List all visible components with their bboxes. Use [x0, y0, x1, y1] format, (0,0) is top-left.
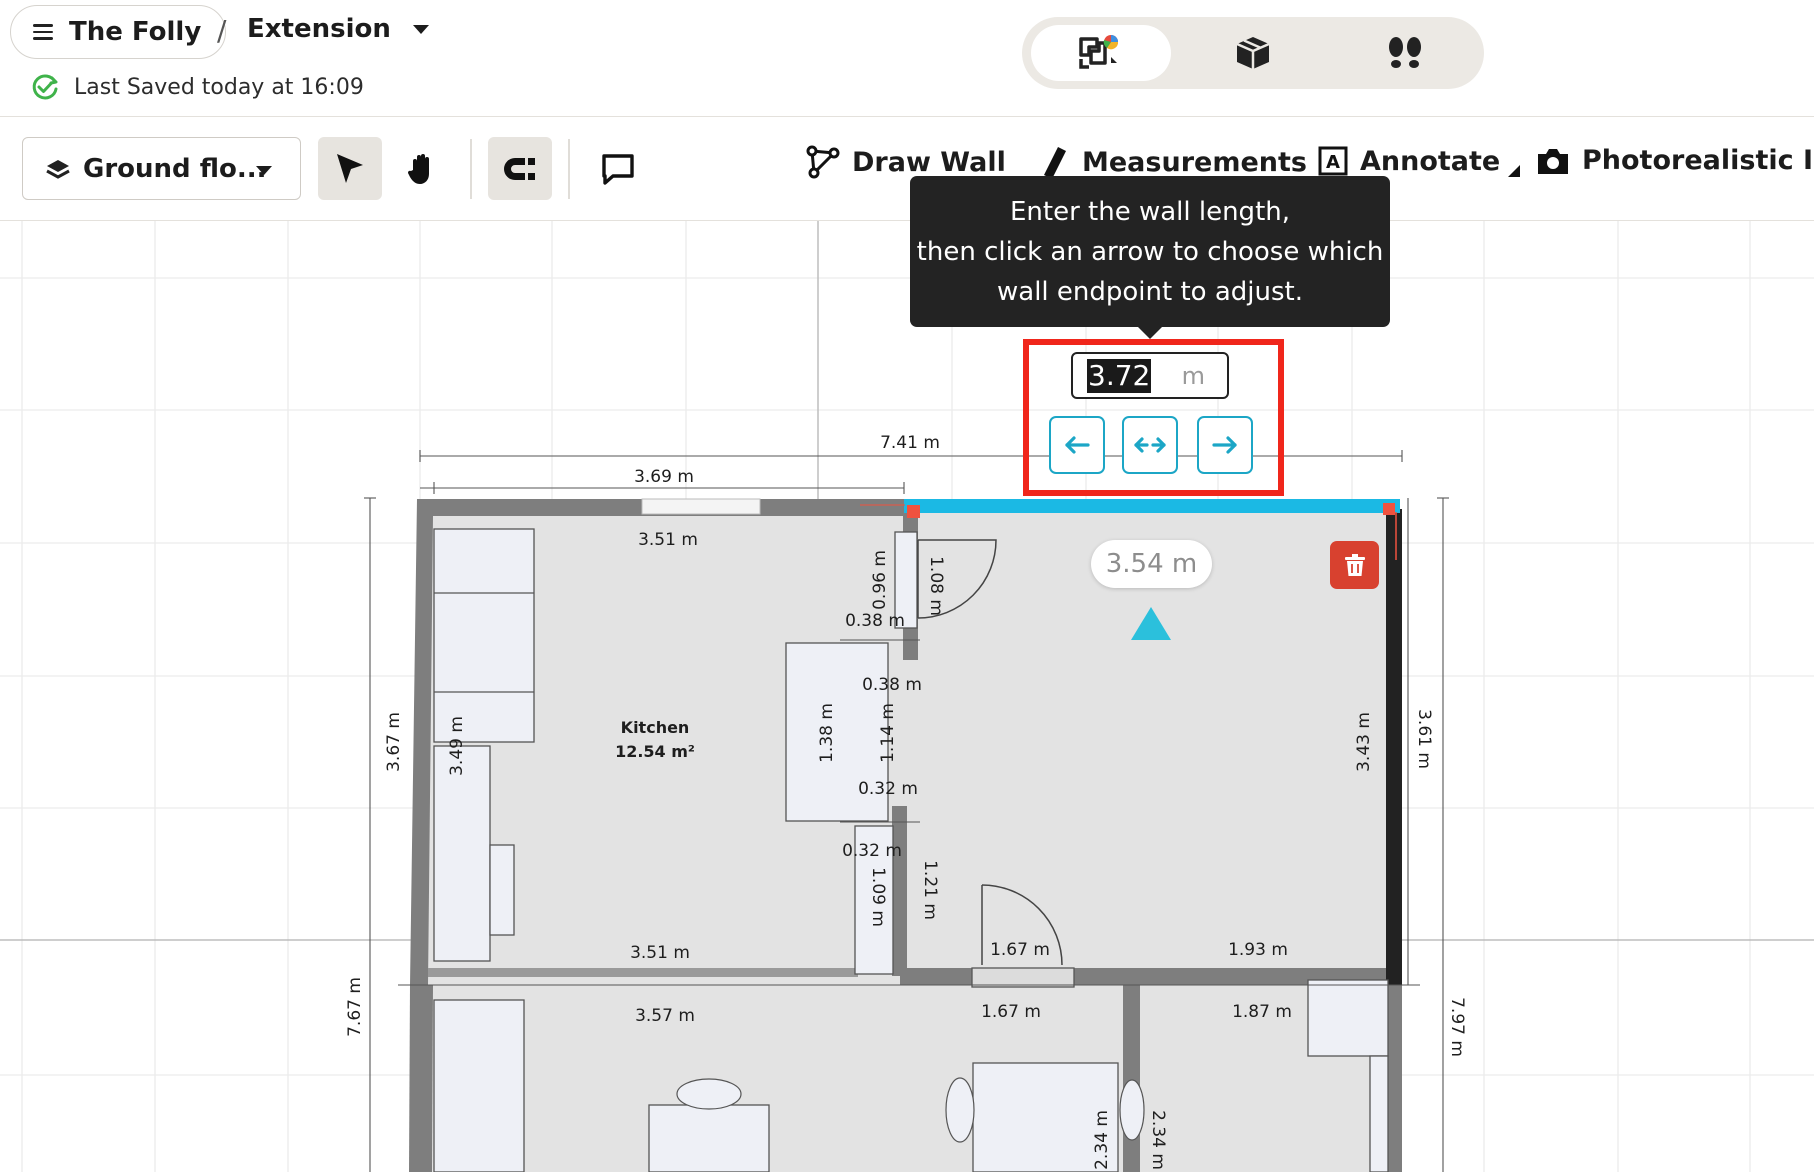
breadcrumb-separator: / — [217, 14, 227, 47]
photorealistic-label: Photorealistic Imag — [1582, 145, 1814, 176]
dim-096: 0.96 m — [870, 550, 890, 610]
trash-icon — [1344, 554, 1365, 576]
view-walkthrough-button[interactable] — [1335, 25, 1475, 81]
ruler-icon — [1044, 147, 1066, 179]
hand-icon — [407, 153, 429, 184]
selected-wall[interactable] — [904, 499, 1400, 513]
pan-tool-button[interactable] — [390, 137, 454, 200]
draw-wall-label: Draw Wall — [852, 146, 1006, 178]
room-name: Kitchen — [621, 718, 690, 737]
project-name: The Folly — [69, 17, 202, 47]
view-2d-button[interactable] — [1031, 25, 1171, 81]
wall-length-unit: m — [1181, 362, 1205, 390]
magnet-icon — [504, 157, 535, 180]
inner-wall-length-label[interactable]: 3.54 m — [1091, 540, 1212, 588]
tooltip-line-2: then click an arrow to choose which — [916, 236, 1384, 267]
tooltip-line-1: Enter the wall length, — [1009, 196, 1291, 227]
design-selector[interactable]: Extension — [247, 14, 429, 44]
adjust-left-endpoint-button[interactable] — [1049, 416, 1105, 474]
arrow-left-icon — [1065, 436, 1090, 454]
saved-check-icon — [32, 74, 58, 100]
hamburger-menu-icon — [33, 24, 53, 40]
wall-length-input[interactable]: 3.72 m — [1071, 352, 1229, 399]
design-name: Extension — [247, 14, 391, 44]
wall-direction-handle[interactable] — [1131, 607, 1171, 640]
floor-selector[interactable]: Ground flo... — [22, 137, 301, 200]
measurements-label: Measurements — [1082, 146, 1307, 178]
dim-114: 1.14 m — [878, 703, 898, 763]
photorealistic-tool[interactable]: Photorealistic Imag — [1536, 145, 1814, 176]
select-tool-button[interactable] — [318, 137, 382, 200]
comment-tool-button[interactable] — [586, 137, 650, 200]
wall-length-value[interactable]: 3.72 — [1087, 358, 1152, 393]
annotate-label: Annotate — [1360, 145, 1501, 177]
toolbar-divider — [470, 139, 472, 199]
dim-138: 1.38 m — [817, 703, 837, 763]
snap-magnet-button[interactable] — [488, 137, 552, 200]
wall-length-tooltip: Enter the wall length, then click an arr… — [910, 176, 1390, 327]
room-area: 12.54 m² — [615, 742, 695, 761]
dim-187: 1.87 m — [1232, 1002, 1292, 1022]
svg-text:A: A — [1326, 152, 1340, 173]
app-header: The Folly / Extension Last Saved today a… — [0, 0, 1814, 117]
cursor-arrow-icon — [337, 153, 363, 183]
chevron-down-icon — [256, 166, 272, 175]
comment-icon — [602, 153, 634, 185]
dim-367: 3.67 m — [384, 712, 404, 772]
2d-plan-icon — [1079, 35, 1119, 69]
project-menu-button[interactable]: The Folly — [10, 5, 227, 59]
corner-caret-icon — [1508, 165, 1521, 177]
floor-plan-canvas[interactable]: 7.41 m 3.69 m 3.51 m 0.38 m 0.38 m 0.32 … — [0, 221, 1814, 1172]
toolbar-divider — [568, 139, 570, 199]
3d-cube-icon — [1236, 37, 1270, 69]
measurements-tool[interactable]: Measurements — [1040, 145, 1307, 179]
dim-797: 7.97 m — [1447, 997, 1467, 1057]
dim-767: 7.67 m — [345, 977, 365, 1037]
dim-343: 3.43 m — [1354, 712, 1374, 772]
dim-234b: 2.34 m — [1148, 1110, 1168, 1170]
dim-109: 1.09 m — [868, 867, 888, 927]
chevron-down-icon — [412, 24, 429, 34]
dim-top-left-outer: 3.69 m — [634, 467, 694, 487]
dim-038b: 0.38 m — [862, 675, 922, 695]
tooltip-line-3: wall endpoint to adjust. — [997, 276, 1303, 307]
floor-plan: 7.41 m 3.69 m 3.51 m 0.38 m 0.38 m 0.32 … — [0, 221, 1814, 1172]
dim-total-top: 7.41 m — [880, 433, 940, 453]
dim-top-left-inner: 3.51 m — [638, 530, 698, 550]
adjust-right-endpoint-button[interactable] — [1197, 416, 1253, 474]
save-status: Last Saved today at 16:09 — [30, 72, 364, 102]
dim-038a: 0.38 m — [845, 611, 905, 631]
dim-167b: 1.67 m — [981, 1002, 1041, 1022]
draw-wall-tool[interactable]: Draw Wall — [806, 145, 1006, 179]
dim-032a: 0.32 m — [858, 779, 918, 799]
dim-121: 1.21 m — [920, 860, 940, 920]
saved-status-text: Last Saved today at 16:09 — [74, 74, 364, 100]
view-mode-switch — [1022, 17, 1484, 89]
walkthrough-footsteps-icon — [1389, 37, 1421, 68]
dim-193: 1.93 m — [1228, 940, 1288, 960]
delete-wall-button[interactable] — [1330, 541, 1379, 589]
dim-234a: 2.34 m — [1092, 1110, 1112, 1170]
floor-label: Ground flo... — [83, 153, 267, 184]
adjust-both-endpoints-button[interactable] — [1122, 416, 1178, 474]
dim-361: 3.61 m — [1414, 709, 1434, 769]
dim-357: 3.57 m — [635, 1006, 695, 1026]
camera-icon — [1538, 148, 1568, 174]
arrow-both-icon — [1134, 437, 1166, 453]
annotate-tool[interactable]: A Annotate — [1318, 145, 1521, 177]
annotate-text-icon: A — [1318, 146, 1348, 176]
view-3d-button[interactable] — [1183, 25, 1323, 81]
dim-349: 3.49 m — [447, 716, 467, 776]
tooltip-pointer — [1137, 326, 1163, 339]
arrow-right-icon — [1212, 436, 1237, 454]
dim-032b: 0.32 m — [842, 841, 902, 861]
toolbar: Ground flo... Draw Wall Measurements A A… — [0, 117, 1814, 221]
dim-167a: 1.67 m — [990, 940, 1050, 960]
dim-108: 1.08 m — [926, 556, 946, 616]
dim-351b: 3.51 m — [630, 943, 690, 963]
layers-icon — [46, 159, 70, 179]
draw-wall-icon — [806, 145, 840, 179]
